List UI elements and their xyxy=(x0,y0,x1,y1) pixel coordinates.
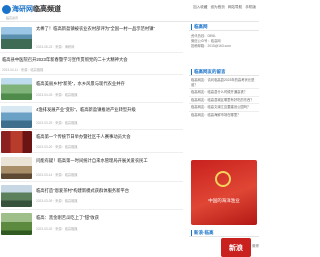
nav-link-mobile[interactable]: 手机版 xyxy=(245,5,256,10)
nav-link-favorite[interactable]: 加入收藏 xyxy=(193,5,207,10)
panel-title: 临高网友的留言 xyxy=(191,69,226,75)
news-thumbnail[interactable] xyxy=(1,106,32,128)
comment-item[interactable]: 临高网友：临高文澜江边要建设公园吗？ xyxy=(189,105,259,110)
banner-emblem-icon xyxy=(215,171,231,187)
news-meta: 2023-03-29 · 来源：临高融媒 xyxy=(36,121,78,125)
logo-subtitle: 临高资讯 xyxy=(6,16,19,20)
divider xyxy=(189,110,259,112)
top-bar: 海研网 临高资讯 临高频道 加入收藏 设为首页 网站导航 手机版 xyxy=(0,0,259,22)
weibo-side-label: 微博 xyxy=(252,244,259,248)
news-item[interactable]: 临高：黑金刚苦瓜吃上了“甜”收获 2023-03-02 · 来源：临高融媒 xyxy=(0,210,183,237)
site-logo[interactable]: 海研网 临高资讯 xyxy=(2,3,33,20)
news-item[interactable]: 临高第一个传统节日举办暨社区千人赛事动员大会 2023-03-20 · 来源：临… xyxy=(0,130,183,153)
news-meta: 2023-04-03 · 来源：临高融媒 xyxy=(36,93,78,97)
logo-mark-icon xyxy=(2,5,11,14)
news-item[interactable]: 问能有疑！临高第一时间统计自来水管理局开展关爱农民工 2023-03-14 · … xyxy=(0,153,183,182)
news-title[interactable]: 临高打造“恩爱茶村”构建新模式获群体服务新平台 xyxy=(36,188,182,194)
news-thumbnail[interactable] xyxy=(1,185,32,207)
banner-text: 中国的海洋渔业 xyxy=(208,198,240,203)
news-item[interactable]: 4渔排发展产业“变形”，临高新盈镇推进产业转型升级 2023-03-29 · 来… xyxy=(0,103,183,130)
top-nav: 加入收藏 设为首页 网站导航 手机版 xyxy=(193,5,256,10)
sidebar-panel-header: 临高网 xyxy=(189,23,259,31)
news-title[interactable]: 太棒了！临高新盈镇被农业农村部评为“全国一村一品示范村镇” xyxy=(36,26,182,32)
news-item[interactable]: 太棒了！临高新盈镇被农业农村部评为“全国一村一品示范村镇” 2023-05-23… xyxy=(0,23,183,53)
comment-item[interactable]: 临高网友：请问临高县2023年的高考状元是谁？ xyxy=(189,78,259,87)
nav-link-homepage[interactable]: 设为首页 xyxy=(210,5,224,10)
news-title[interactable]: 4渔排发展产业“变形”，临高新盈镇推进产业转型升级 xyxy=(36,107,182,113)
page-title: 临高频道 xyxy=(33,6,61,13)
news-thumbnail[interactable] xyxy=(1,27,32,49)
news-title[interactable]: 临高第一个传统节日举办暨社区千人赛事动员大会 xyxy=(36,134,182,140)
news-thumbnail[interactable] xyxy=(1,157,32,179)
sidebar-panel-header: 新浪·临高 xyxy=(189,229,259,237)
logo-text: 海研网 xyxy=(12,6,33,13)
news-title[interactable]: 临高县中医院召开2023年新春暨学习宣传贯彻党的二十大精神大会 xyxy=(2,57,182,63)
sidebar-panel-header: 临高网友的留言 xyxy=(189,68,259,76)
weibo-badge[interactable]: 新浪 xyxy=(221,238,251,257)
promo-banner[interactable]: 中国的海洋渔业 xyxy=(191,160,257,225)
nav-link-sitemap[interactable]: 网站导航 xyxy=(228,5,242,10)
news-item[interactable]: 临高美丽乡村“新英”，水乡风景与现代农业并存 2023-04-03 · 来源：临… xyxy=(0,75,183,103)
news-meta: 2023-03-09 · 来源：临高融媒 xyxy=(36,199,78,203)
comment-item[interactable]: 临高网友：临高海鲜市场在哪里？ xyxy=(189,113,259,118)
news-thumbnail[interactable] xyxy=(1,78,32,100)
divider xyxy=(189,95,259,97)
news-list: 太棒了！临高新盈镇被农业农村部评为“全国一村一品示范村镇” 2023-05-23… xyxy=(0,23,183,237)
news-thumbnail[interactable] xyxy=(1,131,32,153)
comment-item[interactable]: 临高网友：临高县什么时候开通高铁？ xyxy=(189,90,259,95)
news-title[interactable]: 问能有疑！临高第一时间统计自来水管理局开展关爱农民工 xyxy=(36,158,182,164)
weibo-logo-text: 新浪 xyxy=(229,245,243,252)
news-meta: 2023-03-20 · 来源：临高融媒 xyxy=(36,145,78,149)
news-title[interactable]: 临高美丽乡村“新英”，水乡风景与现代农业并存 xyxy=(36,81,182,87)
comment-item[interactable]: 临高网友：临高县城区哪里有好吃的东西？ xyxy=(189,98,259,103)
news-item[interactable]: 临高打造“恩爱茶村”构建新模式获群体服务新平台 2023-03-09 · 来源：… xyxy=(0,182,183,210)
sidebar: 临高网 资讯热线：0898- 微信公众号：临高网 投稿邮箱：2015@163.c… xyxy=(189,23,259,118)
panel-title: 新浪·临高 xyxy=(191,230,214,236)
news-meta: 2023-05-23 · 来源：海研网 xyxy=(36,45,75,49)
news-thumbnail[interactable] xyxy=(1,213,32,235)
panel-title: 临高网 xyxy=(191,24,208,30)
news-item[interactable]: 临高县中医院召开2023年新春暨学习宣传贯彻党的二十大精神大会 2023-04-… xyxy=(0,53,183,75)
news-meta: 2023-04-11 · 来源：临高融媒 xyxy=(2,68,44,72)
news-meta: 2023-03-14 · 来源：临高融媒 xyxy=(36,173,78,177)
news-meta: 2023-03-02 · 来源：临高融媒 xyxy=(36,227,78,231)
news-title[interactable]: 临高：黑金刚苦瓜吃上了“甜”收获 xyxy=(36,215,182,221)
